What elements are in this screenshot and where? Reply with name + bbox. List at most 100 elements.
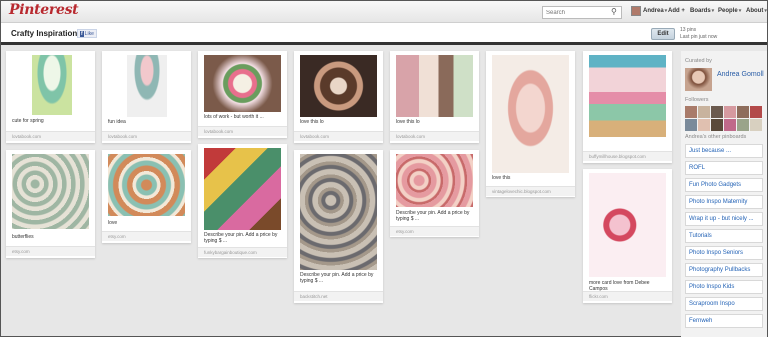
pin-card[interactable]: Describe your pin. Add a price by typing… [294, 150, 383, 303]
chevron-down-icon: ▾ [664, 8, 668, 14]
user-avatar[interactable] [631, 6, 641, 16]
pin-card[interactable]: lots of work - but worth it ... lovtaboo… [198, 51, 287, 138]
pin-image[interactable] [300, 55, 377, 117]
board-link[interactable]: Just because ... [685, 144, 763, 158]
board-link[interactable]: Photo Inspo Maternity [685, 195, 763, 209]
pin-card[interactable]: love this lo lovtabook.com [294, 51, 383, 143]
last-pin-text: Last pin just now [680, 34, 718, 40]
pin-source[interactable]: lovtabook.com [102, 131, 191, 141]
nav-people-menu[interactable]: People▾ [718, 8, 741, 14]
pin-image[interactable] [492, 55, 569, 173]
pin-source[interactable]: lovtabook.com [6, 131, 95, 141]
follower-avatar[interactable] [685, 106, 697, 118]
chevron-down-icon: ▾ [711, 8, 715, 14]
board-link[interactable]: Photography Pullbacks [685, 263, 763, 277]
follower-avatar[interactable] [724, 119, 736, 131]
pin-image[interactable] [300, 154, 377, 270]
board-link[interactable]: Scraproom Inspo [685, 297, 763, 311]
nav-about-label: About [746, 8, 764, 14]
pin-source[interactable]: lovtabook.com [198, 126, 287, 136]
pin-source[interactable]: vintagelovechic.blogspot.com [486, 186, 575, 196]
pin-card[interactable]: more card love from Debee Campos flickr.… [583, 169, 672, 303]
pin-card[interactable]: cute for spring lovtabook.com [6, 51, 95, 143]
pin-source[interactable]: backstitch.net [294, 291, 383, 301]
nav-boards-label: Boards [690, 8, 711, 14]
nav-user-menu[interactable]: Andrea▾ [643, 8, 667, 14]
pin-source[interactable]: etsy.com [390, 226, 479, 236]
pin-source[interactable]: buffymillhouse.blogspot.com [583, 151, 672, 161]
pin-card[interactable]: love this vintagelovechic.blogspot.com [486, 51, 575, 197]
board-link[interactable]: Photo Inspo Seniors [685, 246, 763, 260]
followers-label: Followers [685, 97, 709, 103]
pin-image[interactable] [12, 154, 89, 229]
search-input[interactable] [542, 6, 622, 19]
board-link[interactable]: Fernweh [685, 314, 763, 328]
pin-card[interactable]: fun idea lovtabook.com [102, 51, 191, 143]
pin-description: lots of work - but worth it ... [204, 114, 264, 120]
pins-count-text: 13 pins [680, 27, 697, 33]
pin-image[interactable] [204, 148, 281, 230]
follower-avatar[interactable] [750, 119, 762, 131]
pin-description: love this lo [300, 119, 324, 125]
search-icon[interactable]: ⚲ [611, 7, 621, 17]
sidebar: Curated by Andrea Gomoll Followers Andre… [681, 51, 767, 337]
board-link[interactable]: Tutorials [685, 229, 763, 243]
follower-avatar[interactable] [685, 119, 697, 131]
chevron-down-icon: ▾ [738, 8, 742, 14]
pin-image[interactable] [589, 173, 666, 277]
pin-description: love this lo [396, 119, 420, 125]
board-header: Crafty Inspiration f Like Edit 13 pins L… [1, 23, 767, 45]
nav-add-label: Add + [668, 8, 685, 14]
nav-people-label: People [718, 8, 738, 14]
followers-grid [685, 106, 762, 131]
board-link[interactable]: Wrap it up - but nicely ... [685, 212, 763, 226]
facebook-like-button[interactable]: f Like [77, 29, 97, 38]
follower-avatar[interactable] [698, 119, 710, 131]
pin-source[interactable]: funkybargainboutique.com [198, 247, 287, 257]
nav-add-menu[interactable]: Add + [668, 8, 685, 14]
follower-avatar[interactable] [711, 119, 723, 131]
chevron-down-icon: ▾ [764, 8, 767, 14]
curated-by-label: Curated by [685, 58, 712, 64]
pin-image[interactable] [204, 55, 281, 112]
pin-count: 13 pins Last pin just now [680, 27, 717, 41]
pin-description: fun idea [108, 119, 126, 125]
pin-image[interactable] [396, 55, 473, 117]
follower-avatar[interactable] [737, 119, 749, 131]
pin-source[interactable]: flickr.com [583, 291, 672, 301]
pin-source[interactable]: etsy.com [102, 231, 191, 241]
pin-card[interactable]: Describe your pin. Add a price by typing… [390, 150, 479, 237]
pin-card[interactable]: butterflies etsy.com [6, 150, 95, 258]
board-title: Crafty Inspiration [11, 29, 78, 38]
follower-avatar[interactable] [698, 106, 710, 118]
pin-card[interactable]: Describe your pin. Add a price by typing… [198, 144, 287, 258]
nav-user-label: Andrea [643, 8, 664, 14]
pin-image[interactable] [32, 55, 72, 115]
follower-avatar[interactable] [724, 106, 736, 118]
nav-boards-menu[interactable]: Boards▾ [690, 8, 714, 14]
other-boards-label: Andrea's other pinboards [685, 134, 747, 140]
pin-description: butterflies [12, 234, 34, 240]
pinterest-logo[interactable]: Pinterest [9, 2, 79, 18]
pin-description: Describe your pin. Add a price by typing… [204, 232, 278, 244]
pin-card[interactable]: buffymillhouse.blogspot.com [583, 51, 672, 163]
pin-card[interactable]: love this lo lovtabook.com [390, 51, 479, 143]
nav-about-menu[interactable]: About▾ [746, 8, 767, 14]
pin-image[interactable] [127, 55, 167, 117]
pin-source[interactable]: lovtabook.com [390, 131, 479, 141]
pin-image[interactable] [589, 55, 666, 137]
board-link[interactable]: Fun Photo Gadgets [685, 178, 763, 192]
pin-image[interactable] [396, 154, 473, 207]
curator-name[interactable]: Andrea Gomoll [717, 70, 765, 79]
pin-source[interactable]: etsy.com [6, 246, 95, 256]
follower-avatar[interactable] [711, 106, 723, 118]
board-link[interactable]: Photo Inspo Kids [685, 280, 763, 294]
pin-source[interactable]: lovtabook.com [294, 131, 383, 141]
pin-card[interactable]: love etsy.com [102, 150, 191, 243]
edit-button[interactable]: Edit [651, 28, 675, 40]
follower-avatar[interactable] [750, 106, 762, 118]
board-link[interactable]: ROFL [685, 161, 763, 175]
curator-avatar[interactable] [685, 68, 712, 91]
pin-image[interactable] [108, 154, 185, 216]
follower-avatar[interactable] [737, 106, 749, 118]
